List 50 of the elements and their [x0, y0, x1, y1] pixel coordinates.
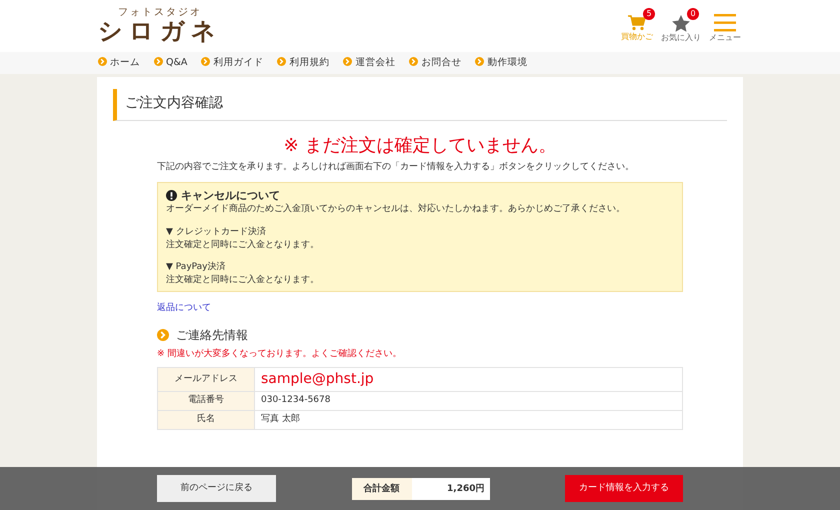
star-icon: [672, 14, 690, 32]
intro-text: 下記の内容でご注文を承ります。よろしければ画面右下の「カード情報を入力する」ボタンをクリックしてください。: [157, 160, 635, 174]
field-label: 電話番号: [158, 392, 254, 410]
notice-text: 注文確定と同時にご入金となります。: [166, 238, 320, 252]
arrow-icon: [277, 56, 286, 66]
logo[interactable]: シロガネ: [98, 18, 222, 44]
nav-link[interactable]: 運営会社: [343, 56, 396, 70]
menu-icon: [714, 14, 736, 32]
logo-caption: フォトスタジオ: [118, 8, 203, 18]
field-value: 030-1234-5678: [254, 392, 682, 410]
count-badge: 0: [687, 8, 699, 20]
field-value: sample@phst.jp: [254, 368, 682, 392]
count-badge: 5: [643, 8, 655, 20]
nav-link[interactable]: 利用規約: [277, 56, 330, 70]
field-label: 氏名: [158, 410, 254, 430]
arrow-icon: [343, 56, 352, 66]
nav-link[interactable]: 動作環境: [475, 56, 528, 70]
total-label: 合計金額: [352, 478, 412, 500]
icon-label: お気に入り: [661, 32, 701, 44]
icon-label: 買物かご: [620, 31, 654, 43]
field-label: メールアドレス: [158, 368, 254, 392]
cart-icon: [628, 15, 646, 31]
returns-link[interactable]: 返品について: [157, 302, 211, 316]
nav-link[interactable]: ホーム: [98, 56, 140, 70]
nav-link[interactable]: お問合せ: [409, 56, 462, 70]
nav-link[interactable]: 利用ガイド: [201, 56, 264, 70]
field-value: 写真 太郎: [254, 410, 682, 430]
alert-icon: [166, 190, 177, 202]
caution-text: ※ 間違いが大変多くなっております。よくご確認ください。: [157, 348, 402, 361]
notice-text: 注文確定と同時にご入金となります。: [166, 274, 320, 286]
notice-text: オーダーメイド商品のためご入金頂いてからのキャンセルは、対応いたしかねます。あらかじめご了承ください。: [166, 203, 626, 216]
arrow-icon: [201, 56, 210, 66]
warning-message: ※ まだ注文は確定していません。: [282, 135, 558, 157]
arrow-icon: [409, 56, 418, 66]
notice-title: キャンセルについて: [181, 188, 280, 204]
notice-text: ▼ PayPay決済: [166, 261, 227, 274]
star-button[interactable]: 0 お気に入り: [661, 8, 701, 44]
section-heading: ご連絡先情報: [176, 326, 248, 344]
nav-link[interactable]: Q&A: [154, 56, 188, 70]
back-button[interactable]: 前のページに戻る: [157, 475, 276, 502]
cart-button[interactable]: 5 買物かご: [617, 8, 657, 44]
page-title: ご注文内容確認: [113, 89, 727, 121]
arrow-icon: [475, 56, 484, 66]
notice-text: ▼ クレジットカード決済: [166, 226, 267, 239]
total-value: 1,260円: [412, 478, 490, 500]
enter-card-button[interactable]: カード情報を入力する: [565, 475, 683, 502]
menu-button[interactable]: メニュー: [705, 8, 745, 44]
icon-label: メニュー: [708, 32, 742, 44]
arrow-icon: [98, 56, 107, 66]
arrow-icon: [154, 56, 163, 66]
